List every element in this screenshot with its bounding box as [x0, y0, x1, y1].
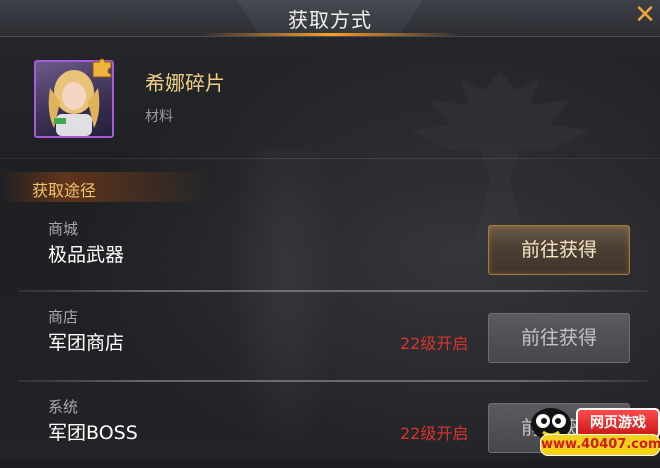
item-type: 材料 [145, 109, 173, 125]
source-category: 系统 [48, 398, 79, 416]
close-button[interactable]: ✕ [632, 0, 658, 30]
source-name: 军团BOSS [48, 422, 138, 444]
section-label: 获取途径 [0, 172, 210, 202]
source-row: 商城 极品武器 前往获得 [0, 206, 660, 290]
watermark-url: www.40407.com [540, 434, 660, 456]
header-divider [0, 158, 660, 159]
go-obtain-button[interactable]: 前往获得 [488, 313, 630, 363]
puzzle-piece-icon [92, 58, 112, 78]
close-icon: ✕ [634, 0, 656, 30]
item-name: 希娜碎片 [145, 71, 225, 95]
title-glow [200, 33, 460, 36]
source-category: 商店 [48, 308, 79, 326]
go-obtain-button[interactable]: 前往获得 [488, 225, 630, 275]
row-divider [18, 380, 648, 382]
site-watermark: 网页游戏 www.40407.com [528, 404, 660, 458]
dialog-title: 获取方式 [288, 8, 372, 32]
source-name: 极品武器 [48, 244, 125, 266]
source-category: 商城 [48, 220, 79, 238]
title-bar: 获取方式 [0, 0, 660, 37]
unlock-requirement: 22级开启 [400, 334, 469, 353]
unlock-requirement: 22级开启 [400, 424, 469, 443]
section-label-text: 获取途径 [32, 181, 97, 200]
row-divider [18, 290, 648, 292]
source-name: 军团商店 [48, 332, 125, 354]
source-row: 商店 军团商店 22级开启 前往获得 [0, 294, 660, 378]
